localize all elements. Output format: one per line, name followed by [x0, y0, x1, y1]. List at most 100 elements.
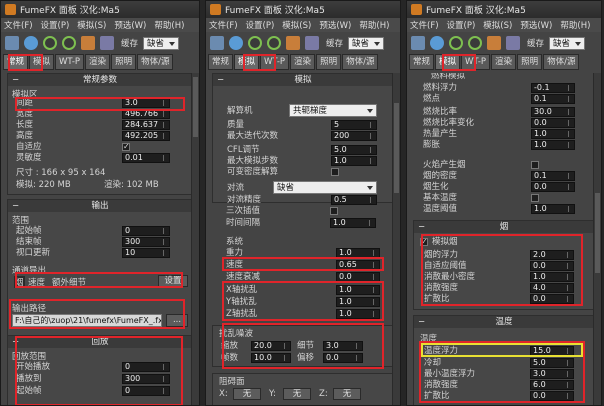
tab-general[interactable]: 常规 — [208, 54, 234, 70]
browse-button[interactable]: ... — [166, 314, 188, 327]
menu-help[interactable]: 帮助(H) — [560, 19, 590, 31]
render-icon[interactable] — [305, 36, 319, 50]
channel-velocity[interactable]: 速度 — [28, 276, 45, 288]
cache-dropdown[interactable]: 缺省 — [549, 36, 586, 50]
field-height: 高度 492.205 — [16, 131, 192, 141]
tab-illumination[interactable]: 照明 — [316, 54, 342, 70]
field-adapt-thresh: 自适应阈值 0.0 — [424, 261, 594, 271]
cache-label: 缓存 — [527, 39, 545, 49]
cache-dropdown[interactable]: 缺省 — [348, 36, 385, 50]
tab-general[interactable]: 常规 — [409, 54, 435, 70]
render-icon[interactable] — [100, 36, 114, 50]
window-title: FumeFX 面板 汉化:Ma5 — [20, 6, 120, 16]
play-icon[interactable] — [43, 36, 57, 50]
tab-simulation[interactable]: 模拟 — [435, 54, 461, 70]
field-length: 长度 284.637 — [16, 120, 192, 130]
menu-file[interactable]: 文件(F) — [410, 19, 439, 31]
sim-smoke-checkbox[interactable] — [420, 237, 428, 247]
section-header[interactable]: − 温度 — [414, 316, 594, 328]
simulation-body: − 模拟 解算机 共轭梯度 质量 5 最大迭代次数 200 CFL调节 5.0 最大模拟步… — [206, 73, 400, 405]
field-max-iterations: 最大迭代次数 200 — [227, 131, 393, 141]
play-icon[interactable] — [449, 36, 463, 50]
field-x-turb: X轴扰乱 1.0 — [226, 285, 390, 295]
play-icon[interactable] — [248, 36, 262, 50]
section-header[interactable]: − 常规参数 — [8, 74, 192, 86]
section-header[interactable]: − 模拟 — [213, 74, 393, 86]
tab-render[interactable]: 渲染 — [491, 54, 517, 70]
field-y-turb: Y轴扰乱 1.0 — [226, 297, 390, 307]
field-width: 宽度 496.766 — [16, 109, 192, 119]
preview-icon[interactable] — [286, 36, 300, 50]
field-max-steps: 最大模拟步数 1.0 — [227, 156, 393, 166]
tab-objects[interactable]: 物体/源 — [342, 54, 379, 70]
continue-icon[interactable] — [267, 36, 281, 50]
menu-settings[interactable]: 设置(P) — [447, 19, 476, 31]
globe-icon[interactable] — [229, 36, 243, 50]
tab-wtp[interactable]: WT-P — [260, 54, 290, 70]
open-icon[interactable] — [5, 36, 19, 50]
tab-general[interactable]: 常规 — [3, 54, 29, 70]
cubic-checkbox[interactable] — [330, 207, 338, 215]
section-header[interactable]: − 回放 — [8, 336, 192, 348]
tab-objects[interactable]: 物体/源 — [543, 54, 580, 70]
channel-smoke[interactable]: 烟 — [14, 276, 25, 288]
menu-settings[interactable]: 设置(P) — [41, 19, 70, 31]
globe-icon[interactable] — [24, 36, 38, 50]
adaptive-checkbox[interactable] — [122, 142, 130, 152]
axis-x-button[interactable]: 无 — [233, 388, 261, 400]
advection-dropdown[interactable]: 缺省 — [273, 181, 377, 194]
menu-preview[interactable]: 预选(W) — [520, 19, 552, 31]
channel-extra-detail[interactable]: 额外细节 — [52, 276, 86, 288]
field-cooling: 冷却 5.0 — [424, 358, 594, 368]
field-spacing: 间距 3.0 — [16, 98, 192, 108]
base-temp-checkbox[interactable] — [531, 194, 539, 202]
temperature-section: − 温度 温度 温度浮力 15.0 冷却 5.0 最小温度浮力 3.0 消散强度 6.0 … — [413, 315, 595, 405]
menu-help[interactable]: 帮助(H) — [359, 19, 389, 31]
scrollbar[interactable] — [593, 73, 601, 405]
fire-smoke-checkbox[interactable] — [531, 161, 539, 169]
tab-wtp[interactable]: WT-P — [461, 54, 491, 70]
preview-icon[interactable] — [81, 36, 95, 50]
field-temp-threshold: 温度阈值 1.0 — [423, 204, 591, 214]
fumefx-logo-icon — [411, 4, 422, 15]
output-path-field[interactable]: F:\自己的\zuop\21\fumefx\FumeFX_.fxd — [12, 314, 162, 327]
tab-simulation[interactable]: 模拟 — [234, 54, 260, 70]
field-temp-buoyancy: 温度浮力 15.0 — [424, 346, 594, 356]
menu-simulate[interactable]: 模拟(S) — [77, 19, 106, 31]
solver-dropdown[interactable]: 共轭梯度 — [289, 104, 377, 117]
settings-button[interactable]: 设置 — [158, 275, 188, 287]
continue-icon[interactable] — [62, 36, 76, 50]
tab-illumination[interactable]: 照明 — [517, 54, 543, 70]
menu-bar: 文件(F) 设置(P) 模拟(S) 预选(W) 帮助(H) — [206, 18, 400, 32]
cache-dropdown[interactable]: 缺省 — [143, 36, 180, 50]
continue-icon[interactable] — [468, 36, 482, 50]
tab-render[interactable]: 渲染 — [85, 54, 111, 70]
menu-file[interactable]: 文件(F) — [209, 19, 238, 31]
variable-density-checkbox[interactable] — [331, 168, 339, 176]
menu-simulate[interactable]: 模拟(S) — [483, 19, 512, 31]
scrollbar[interactable] — [392, 73, 400, 405]
sim-memory-text: 模拟: 220 MB — [16, 180, 71, 190]
tab-objects[interactable]: 物体/源 — [137, 54, 174, 70]
tab-render[interactable]: 渲染 — [290, 54, 316, 70]
preview-icon[interactable] — [487, 36, 501, 50]
menu-help[interactable]: 帮助(H) — [154, 19, 184, 31]
menu-preview[interactable]: 预选(W) — [114, 19, 146, 31]
system-label: 系统 — [226, 237, 244, 247]
tab-simulation[interactable]: 模拟 — [29, 54, 55, 70]
menu-file[interactable]: 文件(F) — [4, 19, 33, 31]
globe-icon[interactable] — [430, 36, 444, 50]
axis-z-button[interactable]: 无 — [333, 388, 361, 400]
scrollbar[interactable] — [191, 73, 199, 405]
open-icon[interactable] — [210, 36, 224, 50]
menu-preview[interactable]: 预选(W) — [319, 19, 351, 31]
tab-illumination[interactable]: 照明 — [111, 54, 137, 70]
menu-simulate[interactable]: 模拟(S) — [282, 19, 311, 31]
section-header[interactable]: − 烟 — [414, 221, 594, 233]
open-icon[interactable] — [411, 36, 425, 50]
section-header[interactable]: − 输出 — [8, 200, 192, 212]
render-icon[interactable] — [506, 36, 520, 50]
menu-settings[interactable]: 设置(P) — [246, 19, 275, 31]
tab-wtp[interactable]: WT-P — [55, 54, 85, 70]
axis-y-button[interactable]: 无 — [283, 388, 311, 400]
